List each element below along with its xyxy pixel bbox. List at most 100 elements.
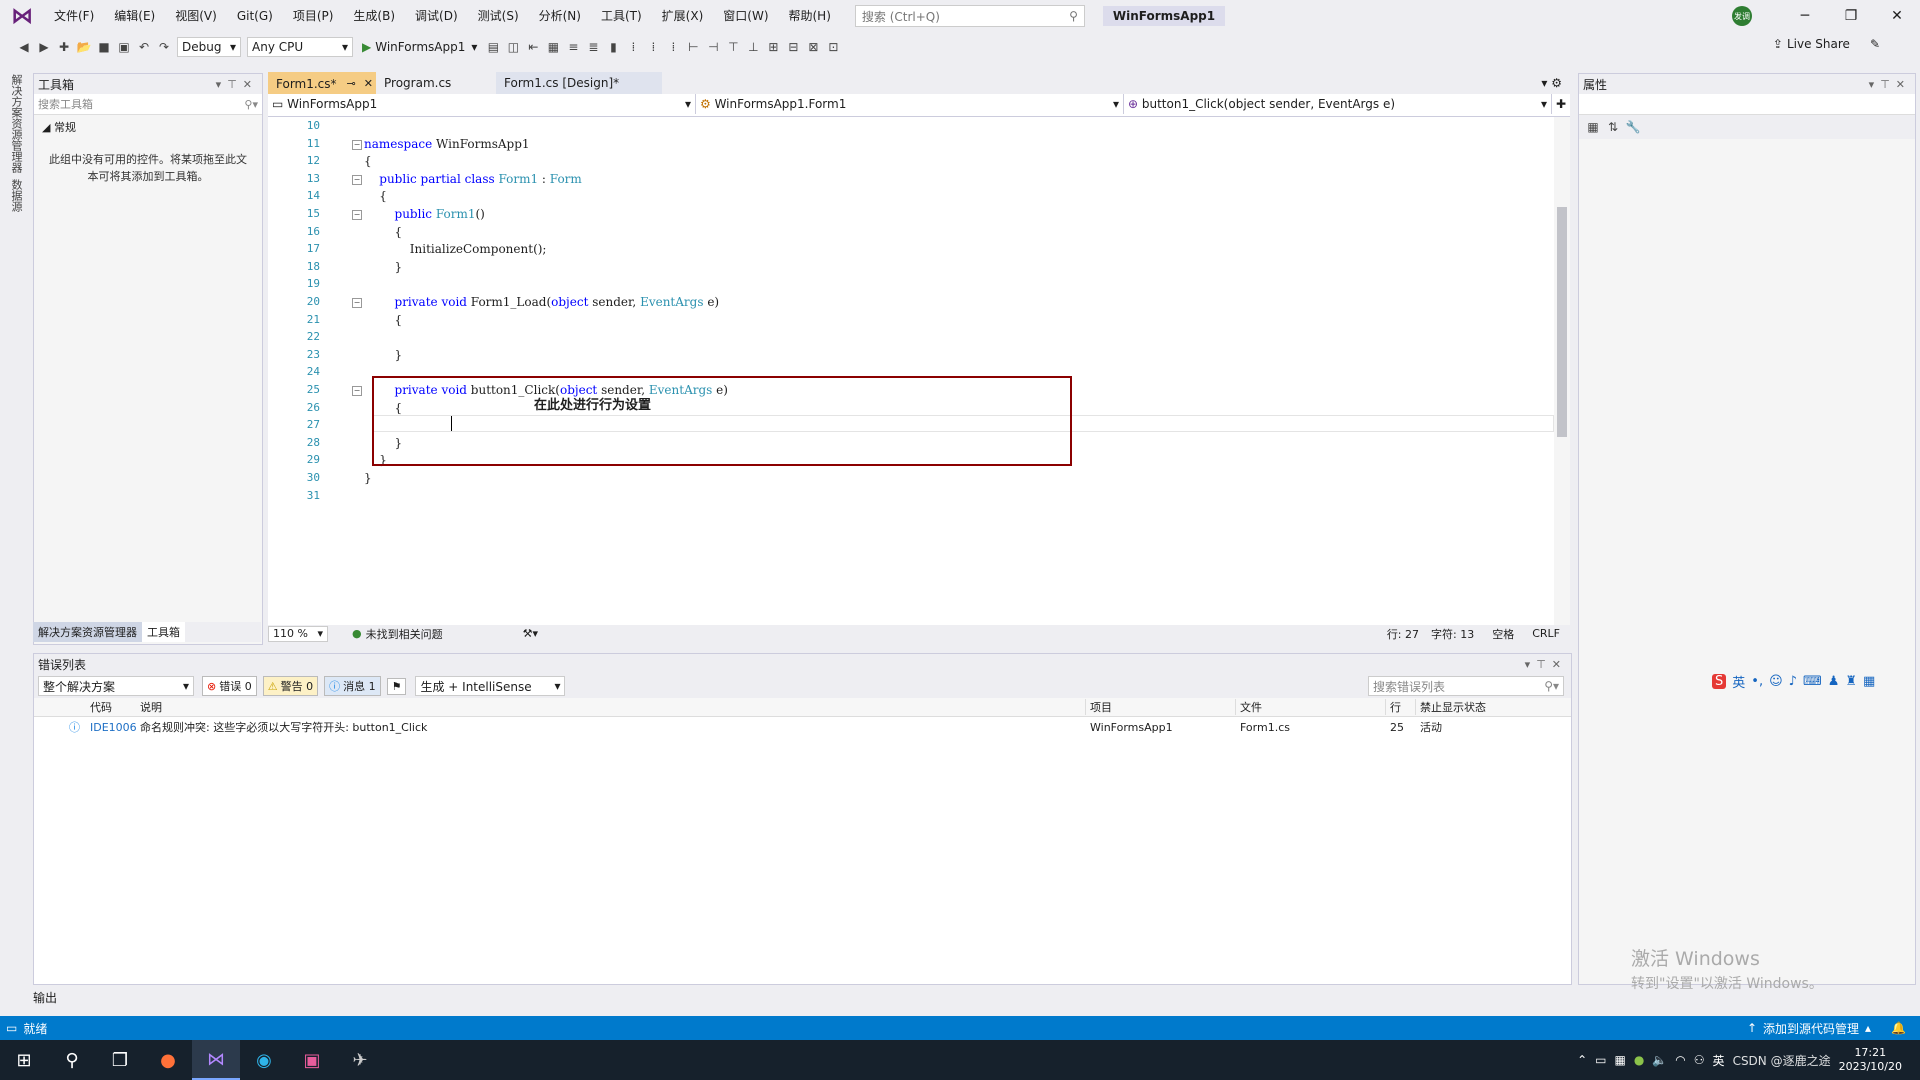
visual-studio-logo-icon[interactable]: ⋈ bbox=[0, 0, 44, 32]
fold-toggle-icon[interactable]: − bbox=[352, 298, 362, 308]
fold-toggle-icon[interactable]: − bbox=[352, 140, 362, 150]
align-icon[interactable]: ⊣ bbox=[703, 37, 723, 57]
column-project[interactable]: 项目 bbox=[1086, 699, 1236, 715]
task-view-icon[interactable]: ❐ bbox=[96, 1040, 144, 1080]
align-icon[interactable]: ⊢ bbox=[683, 37, 703, 57]
redo-icon[interactable]: ↷ bbox=[154, 37, 174, 57]
align-icon[interactable]: ⊟ bbox=[783, 37, 803, 57]
new-project-icon[interactable]: ✚ bbox=[54, 37, 74, 57]
whitespace-indicator[interactable]: 空格 bbox=[1492, 626, 1514, 642]
object-selector-dropdown[interactable] bbox=[1579, 94, 1915, 115]
align-icon[interactable]: ⊥ bbox=[743, 37, 763, 57]
uncomment-icon[interactable]: ≣ bbox=[583, 37, 603, 57]
project-dropdown[interactable]: ▭ WinFormsApp1 ▾ bbox=[268, 94, 696, 114]
toolbox-search-input[interactable]: 搜索工具箱 ⚲▾ bbox=[34, 94, 262, 115]
pin-icon[interactable]: ✎ bbox=[1870, 37, 1880, 51]
fold-toggle-icon[interactable]: − bbox=[352, 386, 362, 396]
pin-icon[interactable]: ⊸ bbox=[347, 73, 356, 95]
platform-dropdown[interactable]: Any CPU ▾ bbox=[247, 37, 353, 57]
ime-language[interactable]: 英 bbox=[1732, 672, 1745, 691]
open-file-icon[interactable]: 📂 bbox=[74, 37, 94, 57]
menu-item[interactable]: 帮助(H) bbox=[779, 0, 841, 32]
scrollbar-thumb[interactable] bbox=[1557, 207, 1567, 437]
warnings-filter-button[interactable]: ⚠ 警告 0 bbox=[262, 676, 319, 696]
output-tab[interactable]: 输出 bbox=[33, 989, 57, 1006]
firefox-icon[interactable]: ● bbox=[144, 1040, 192, 1080]
pane-controls[interactable]: ▾⊤✕ bbox=[1869, 78, 1911, 91]
punctuation-icon[interactable]: •, bbox=[1751, 674, 1763, 689]
menu-item[interactable]: 生成(B) bbox=[343, 0, 405, 32]
tray-icon[interactable]: ● bbox=[1634, 1053, 1644, 1067]
grid-icon[interactable]: ▦ bbox=[1863, 674, 1875, 689]
edge-icon[interactable]: ◉ bbox=[240, 1040, 288, 1080]
undo-icon[interactable]: ↶ bbox=[134, 37, 154, 57]
column-suppression[interactable]: 禁止显示状态 bbox=[1416, 699, 1526, 715]
bookmark-icon[interactable]: ▮ bbox=[603, 37, 623, 57]
table-row[interactable]: ⓘ IDE1006 命名规则冲突: 这些字必须以大写字符开头: button1_… bbox=[34, 717, 1571, 737]
categorized-icon[interactable]: ▦ bbox=[1583, 117, 1603, 137]
property-pages-icon[interactable]: 🔧 bbox=[1623, 117, 1643, 137]
tab-form1-design[interactable]: Form1.cs [Design]* bbox=[496, 72, 662, 94]
align-icon[interactable]: ⊤ bbox=[723, 37, 743, 57]
menu-item[interactable]: 工具(T) bbox=[591, 0, 652, 32]
toolbar-icon[interactable]: ▤ bbox=[483, 37, 503, 57]
fold-toggle-icon[interactable]: − bbox=[352, 175, 362, 185]
menu-item[interactable]: Git(G) bbox=[227, 0, 283, 32]
menu-item[interactable]: 调试(D) bbox=[405, 0, 468, 32]
close-icon[interactable]: ✕ bbox=[1874, 8, 1920, 24]
align-icon[interactable]: ⊠ bbox=[803, 37, 823, 57]
clock[interactable]: 17:21 2023/10/20 bbox=[1839, 1046, 1902, 1074]
pane-controls[interactable]: ▾⊤✕ bbox=[1525, 658, 1567, 671]
pane-controls[interactable]: ▾⊤✕ bbox=[216, 78, 258, 91]
menu-item[interactable]: 测试(S) bbox=[468, 0, 529, 32]
fold-toggle-icon[interactable]: − bbox=[352, 210, 362, 220]
back-icon[interactable]: ◀ bbox=[14, 37, 34, 57]
code-editor[interactable]: 10 11 12 13 14 15 16 17 18 19 20 21 22 23 24 25 26 27 28 29… bbox=[268, 117, 1570, 625]
align-icon[interactable]: ⊞ bbox=[763, 37, 783, 57]
skin-icon[interactable]: ♜ bbox=[1845, 674, 1857, 689]
scope-dropdown[interactable]: 整个解决方案 ▾ bbox=[38, 676, 194, 696]
zoom-dropdown[interactable]: 110 % ▾ bbox=[268, 625, 328, 642]
toolbar-icon[interactable]: ⁞ bbox=[643, 37, 663, 57]
save-icon[interactable]: ■ bbox=[94, 37, 114, 57]
restore-icon[interactable]: ❐ bbox=[1828, 8, 1874, 24]
vertical-tab-data-sources[interactable]: 数据源 bbox=[8, 179, 24, 212]
tab-overflow-icon[interactable]: ▾ ⚙ bbox=[1533, 72, 1570, 94]
toolbar-icon[interactable]: ⁞ bbox=[623, 37, 643, 57]
split-icon[interactable]: ✚ bbox=[1552, 94, 1570, 114]
messages-filter-button[interactable]: ⓘ 消息 1 bbox=[324, 676, 381, 696]
save-all-icon[interactable]: ▣ bbox=[114, 37, 134, 57]
toolbox-group[interactable]: ◢ 常规 bbox=[34, 115, 262, 139]
search-icon[interactable]: ⚲ bbox=[48, 1040, 96, 1080]
tab-toolbox[interactable]: 工具箱 bbox=[142, 622, 185, 642]
visual-studio-icon[interactable]: ⋈ bbox=[192, 1040, 240, 1080]
tray-icon[interactable]: ▭ bbox=[1595, 1053, 1606, 1067]
class-dropdown[interactable]: ⚙ WinFormsApp1.Form1 ▾ bbox=[696, 94, 1124, 114]
taskbar-ime[interactable]: 英 bbox=[1713, 1052, 1725, 1069]
emoji-icon[interactable]: ☺ bbox=[1769, 674, 1783, 689]
tray-icon[interactable]: ⚇ bbox=[1694, 1053, 1705, 1067]
member-dropdown[interactable]: ⊕ button1_Click(object sender, EventArgs… bbox=[1124, 94, 1552, 114]
avatar[interactable]: 发调 bbox=[1732, 6, 1752, 26]
bell-icon[interactable]: 🔔 bbox=[1891, 1021, 1906, 1035]
menu-item[interactable]: 分析(N) bbox=[529, 0, 591, 32]
forward-icon[interactable]: ▶ bbox=[34, 37, 54, 57]
error-search-input[interactable]: 搜索错误列表 ⚲▾ bbox=[1368, 676, 1564, 696]
start-debug-button[interactable]: ▶ WinFormsApp1 ▾ bbox=[362, 40, 477, 54]
vertical-tab-solution-explorer[interactable]: 解决方案资源管理器 bbox=[8, 74, 24, 173]
sogou-logo-icon[interactable]: S bbox=[1712, 674, 1727, 689]
menu-item[interactable]: 视图(V) bbox=[165, 0, 227, 32]
microphone-icon[interactable]: ♪ bbox=[1789, 674, 1797, 689]
eol-indicator[interactable]: CRLF bbox=[1532, 627, 1560, 640]
live-share-button[interactable]: ⇪ Live Share ✎ bbox=[1773, 37, 1880, 51]
menu-item[interactable]: 扩展(X) bbox=[652, 0, 714, 32]
menu-item[interactable]: 窗口(W) bbox=[713, 0, 778, 32]
comment-icon[interactable]: ≡ bbox=[563, 37, 583, 57]
column-code[interactable]: 代码 bbox=[86, 699, 136, 715]
menu-item[interactable]: 文件(F) bbox=[44, 0, 104, 32]
cleanup-icon[interactable]: ⚒▾ bbox=[523, 627, 538, 640]
toolbar-icon[interactable]: ◫ bbox=[503, 37, 523, 57]
vertical-scrollbar[interactable] bbox=[1554, 117, 1570, 625]
source-control-button[interactable]: 添加到源代码管理 bbox=[1763, 1020, 1859, 1037]
tab-form1-cs[interactable]: Form1.cs* ⊸ ✕ bbox=[268, 72, 376, 94]
